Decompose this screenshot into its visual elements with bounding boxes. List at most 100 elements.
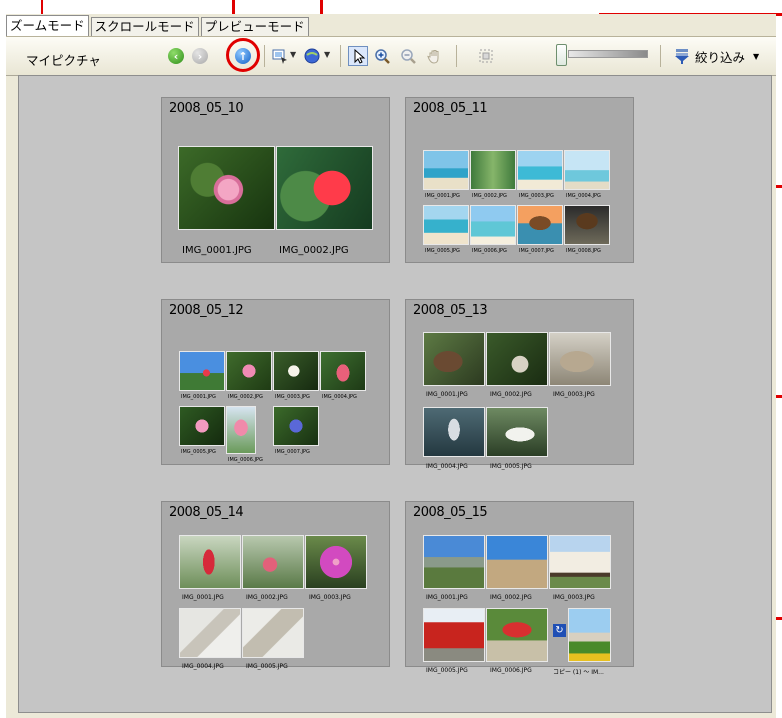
photo-thumbnail[interactable]: [178, 146, 275, 230]
globe-button[interactable]: [302, 46, 322, 66]
photo-thumbnail[interactable]: [470, 150, 516, 190]
filter-label: 絞り込み: [695, 49, 746, 65]
back-button[interactable]: ‹: [166, 46, 186, 66]
toolbar-separator: [456, 45, 457, 67]
photo-caption: IMG_0002.JPG: [472, 193, 507, 199]
photo-caption: IMG_0001.JPG: [181, 394, 216, 400]
photo-thumbnail[interactable]: [242, 535, 304, 589]
date-group[interactable]: 2008_05_12 IMG_0001.JPG IMG_0002.JPG IMG…: [161, 299, 390, 465]
photo-thumbnail[interactable]: [568, 608, 611, 662]
photo-caption: IMG_0001.JPG: [182, 594, 224, 601]
photo-caption: IMG_0002.JPG: [228, 394, 263, 400]
date-group[interactable]: 2008_05_13 IMG_0001.JPG IMG_0002.JPG IMG…: [405, 299, 634, 470]
toolbar-separator: [264, 45, 265, 67]
hand-tool-button[interactable]: [424, 46, 444, 66]
mode-tabs: ズームモード スクロールモード プレビューモード: [6, 15, 311, 36]
photo-caption: IMG_0003.JPG: [309, 594, 351, 601]
photo-thumbnail[interactable]: [486, 332, 548, 386]
folder-title: マイピクチャ: [26, 53, 101, 68]
photo-caption: コピー (1) ～ IM...: [553, 669, 604, 676]
photo-thumbnail[interactable]: [549, 332, 611, 386]
photo-thumbnail[interactable]: [226, 406, 256, 454]
group-title: 2008_05_10: [169, 101, 244, 116]
group-title: 2008_05_14: [169, 505, 244, 520]
photo-thumbnail[interactable]: [486, 608, 548, 662]
forward-icon: ›: [192, 48, 208, 64]
photo-thumbnail[interactable]: [423, 150, 469, 190]
photo-thumbnail[interactable]: [486, 407, 548, 457]
tab-zoom-mode[interactable]: ズームモード: [6, 15, 89, 36]
fit-icon: [479, 49, 493, 63]
view-select-button[interactable]: [270, 46, 290, 66]
photo-caption: IMG_0002.JPG: [246, 594, 288, 601]
photo-caption: IMG_0003.JPG: [519, 193, 554, 199]
date-group[interactable]: 2008_05_14 IMG_0001.JPG IMG_0002.JPG IMG…: [161, 501, 390, 670]
toolbar-separator: [340, 45, 341, 67]
photo-thumbnail[interactable]: [470, 205, 516, 245]
zoom-view-canvas[interactable]: 2008_05_10 IMG_0001.JPG IMG_0002.JPG 200…: [18, 75, 772, 713]
photo-caption: IMG_0004.JPG: [426, 463, 468, 470]
photo-caption: IMG_0006.JPG: [472, 248, 507, 254]
photo-caption: IMG_0003.JPG: [275, 394, 310, 400]
date-group[interactable]: 2008_05_11 IMG_0001.JPG IMG_0002.JPG IMG…: [405, 97, 634, 263]
photo-thumbnail[interactable]: [564, 150, 610, 190]
photo-thumbnail[interactable]: [423, 407, 485, 457]
zoom-out-button[interactable]: [398, 46, 418, 66]
photo-thumbnail[interactable]: [423, 535, 485, 589]
photo-caption: IMG_0008.JPG: [566, 248, 601, 254]
pointer-button[interactable]: [348, 46, 368, 66]
date-group[interactable]: 2008_05_10 IMG_0001.JPG IMG_0002.JPG: [161, 97, 390, 263]
group-title: 2008_05_12: [169, 303, 244, 318]
photo-caption: IMG_0001.JPG: [426, 594, 468, 601]
highlight-circle: [226, 38, 260, 72]
filter-icon: [675, 49, 689, 64]
toolbar: マイピクチャ ‹ › ↑ ▼ ▼ 絞り込み ▼: [6, 36, 776, 76]
photo-thumbnail[interactable]: [276, 146, 373, 230]
photo-caption: IMG_0003.JPG: [553, 594, 595, 601]
photo-caption: IMG_0004.JPG: [322, 394, 357, 400]
photo-thumbnail[interactable]: [517, 150, 563, 190]
photo-thumbnail[interactable]: [320, 351, 366, 391]
photo-thumbnail[interactable]: [242, 608, 304, 658]
photo-thumbnail[interactable]: [179, 351, 225, 391]
photo-caption: IMG_0005.JPG: [425, 248, 460, 254]
photo-caption: IMG_0007.JPG: [519, 248, 554, 254]
view-dropdown-arrow-icon[interactable]: ▼: [290, 50, 296, 59]
photo-thumbnail[interactable]: [486, 535, 548, 589]
pointer-icon: [354, 48, 366, 64]
photo-thumbnail[interactable]: [423, 332, 485, 386]
globe-dropdown-arrow-icon[interactable]: ▼: [324, 50, 330, 59]
photo-thumbnail[interactable]: [273, 406, 319, 446]
photo-thumbnail[interactable]: [549, 535, 611, 589]
fit-button[interactable]: [476, 46, 496, 66]
forward-button[interactable]: ›: [190, 46, 210, 66]
photo-thumbnail[interactable]: [564, 205, 610, 245]
photo-caption: IMG_0005.JPG: [181, 449, 216, 455]
photo-thumbnail[interactable]: [179, 608, 241, 658]
photo-thumbnail[interactable]: [179, 406, 225, 446]
zoom-slider-thumb[interactable]: [556, 44, 567, 66]
photo-thumbnail[interactable]: [423, 205, 469, 245]
tab-preview-mode[interactable]: プレビューモード: [200, 17, 309, 36]
photo-thumbnail[interactable]: [305, 535, 367, 589]
photo-caption: IMG_0007.JPG: [275, 449, 310, 455]
photo-thumbnail[interactable]: [226, 351, 272, 391]
photo-thumbnail[interactable]: [423, 608, 485, 662]
photo-thumbnail[interactable]: [179, 535, 241, 589]
tab-scroll-mode[interactable]: スクロールモード: [90, 17, 199, 36]
zoom-in-button[interactable]: [372, 46, 392, 66]
filter-dropdown-arrow-icon: ▼: [753, 51, 760, 61]
photo-caption: IMG_0005.JPG: [246, 663, 288, 670]
photo-thumbnail[interactable]: [273, 351, 319, 391]
photo-caption: IMG_0002.JPG: [490, 391, 532, 398]
photo-caption: IMG_0005.JPG: [490, 463, 532, 470]
date-group[interactable]: 2008_05_15 IMG_0001.JPG IMG_0002.JPG IMG…: [405, 501, 634, 676]
zoom-slider-track[interactable]: [568, 50, 648, 58]
back-icon: ‹: [168, 48, 184, 64]
photo-caption: IMG_0005.JPG: [426, 667, 468, 674]
globe-icon: [304, 48, 320, 64]
zoom-out-icon: [401, 49, 416, 64]
zoom-in-icon: [375, 49, 390, 64]
photo-thumbnail[interactable]: [517, 205, 563, 245]
filter-button[interactable]: 絞り込み ▼: [673, 46, 759, 66]
